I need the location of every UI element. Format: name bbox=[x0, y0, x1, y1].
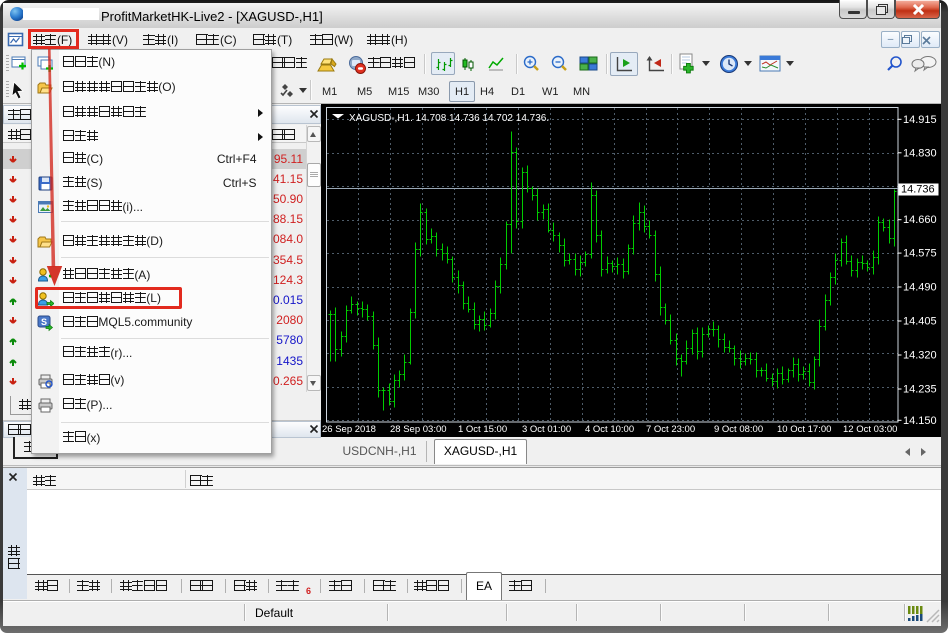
svg-text:S: S bbox=[41, 317, 47, 327]
svg-text:4 Oct 10:00: 4 Oct 10:00 bbox=[585, 424, 634, 435]
svg-text:14.150: 14.150 bbox=[903, 415, 937, 427]
svg-text:XAGUSD-,H1. 14.708 14.736 14.7: XAGUSD-,H1. 14.708 14.736 14.702 14.736. bbox=[349, 113, 549, 124]
svg-text:14.575: 14.575 bbox=[903, 248, 937, 260]
svg-text:14.235: 14.235 bbox=[903, 384, 937, 396]
svg-text:12 Oct 03:00: 12 Oct 03:00 bbox=[843, 424, 897, 435]
svg-text:9 Oct 08:00: 9 Oct 08:00 bbox=[714, 424, 763, 435]
svg-text:7 Oct 23:00: 7 Oct 23:00 bbox=[646, 424, 695, 435]
svg-text:14.490: 14.490 bbox=[903, 282, 937, 294]
svg-text:14.660: 14.660 bbox=[903, 214, 937, 226]
svg-text:28 Sep 03:00: 28 Sep 03:00 bbox=[390, 424, 447, 435]
svg-text:14.320: 14.320 bbox=[903, 350, 937, 362]
svg-text:14.915: 14.915 bbox=[903, 114, 937, 126]
svg-text:10 Oct 17:00: 10 Oct 17:00 bbox=[777, 424, 831, 435]
svg-text:1 Oct 15:00: 1 Oct 15:00 bbox=[458, 424, 507, 435]
svg-text:14.736: 14.736 bbox=[901, 184, 935, 196]
svg-text:14.405: 14.405 bbox=[903, 316, 937, 328]
svg-text:26 Sep 2018: 26 Sep 2018 bbox=[322, 424, 376, 435]
svg-text:3 Oct 01:00: 3 Oct 01:00 bbox=[522, 424, 571, 435]
svg-text:14.830: 14.830 bbox=[903, 147, 937, 159]
